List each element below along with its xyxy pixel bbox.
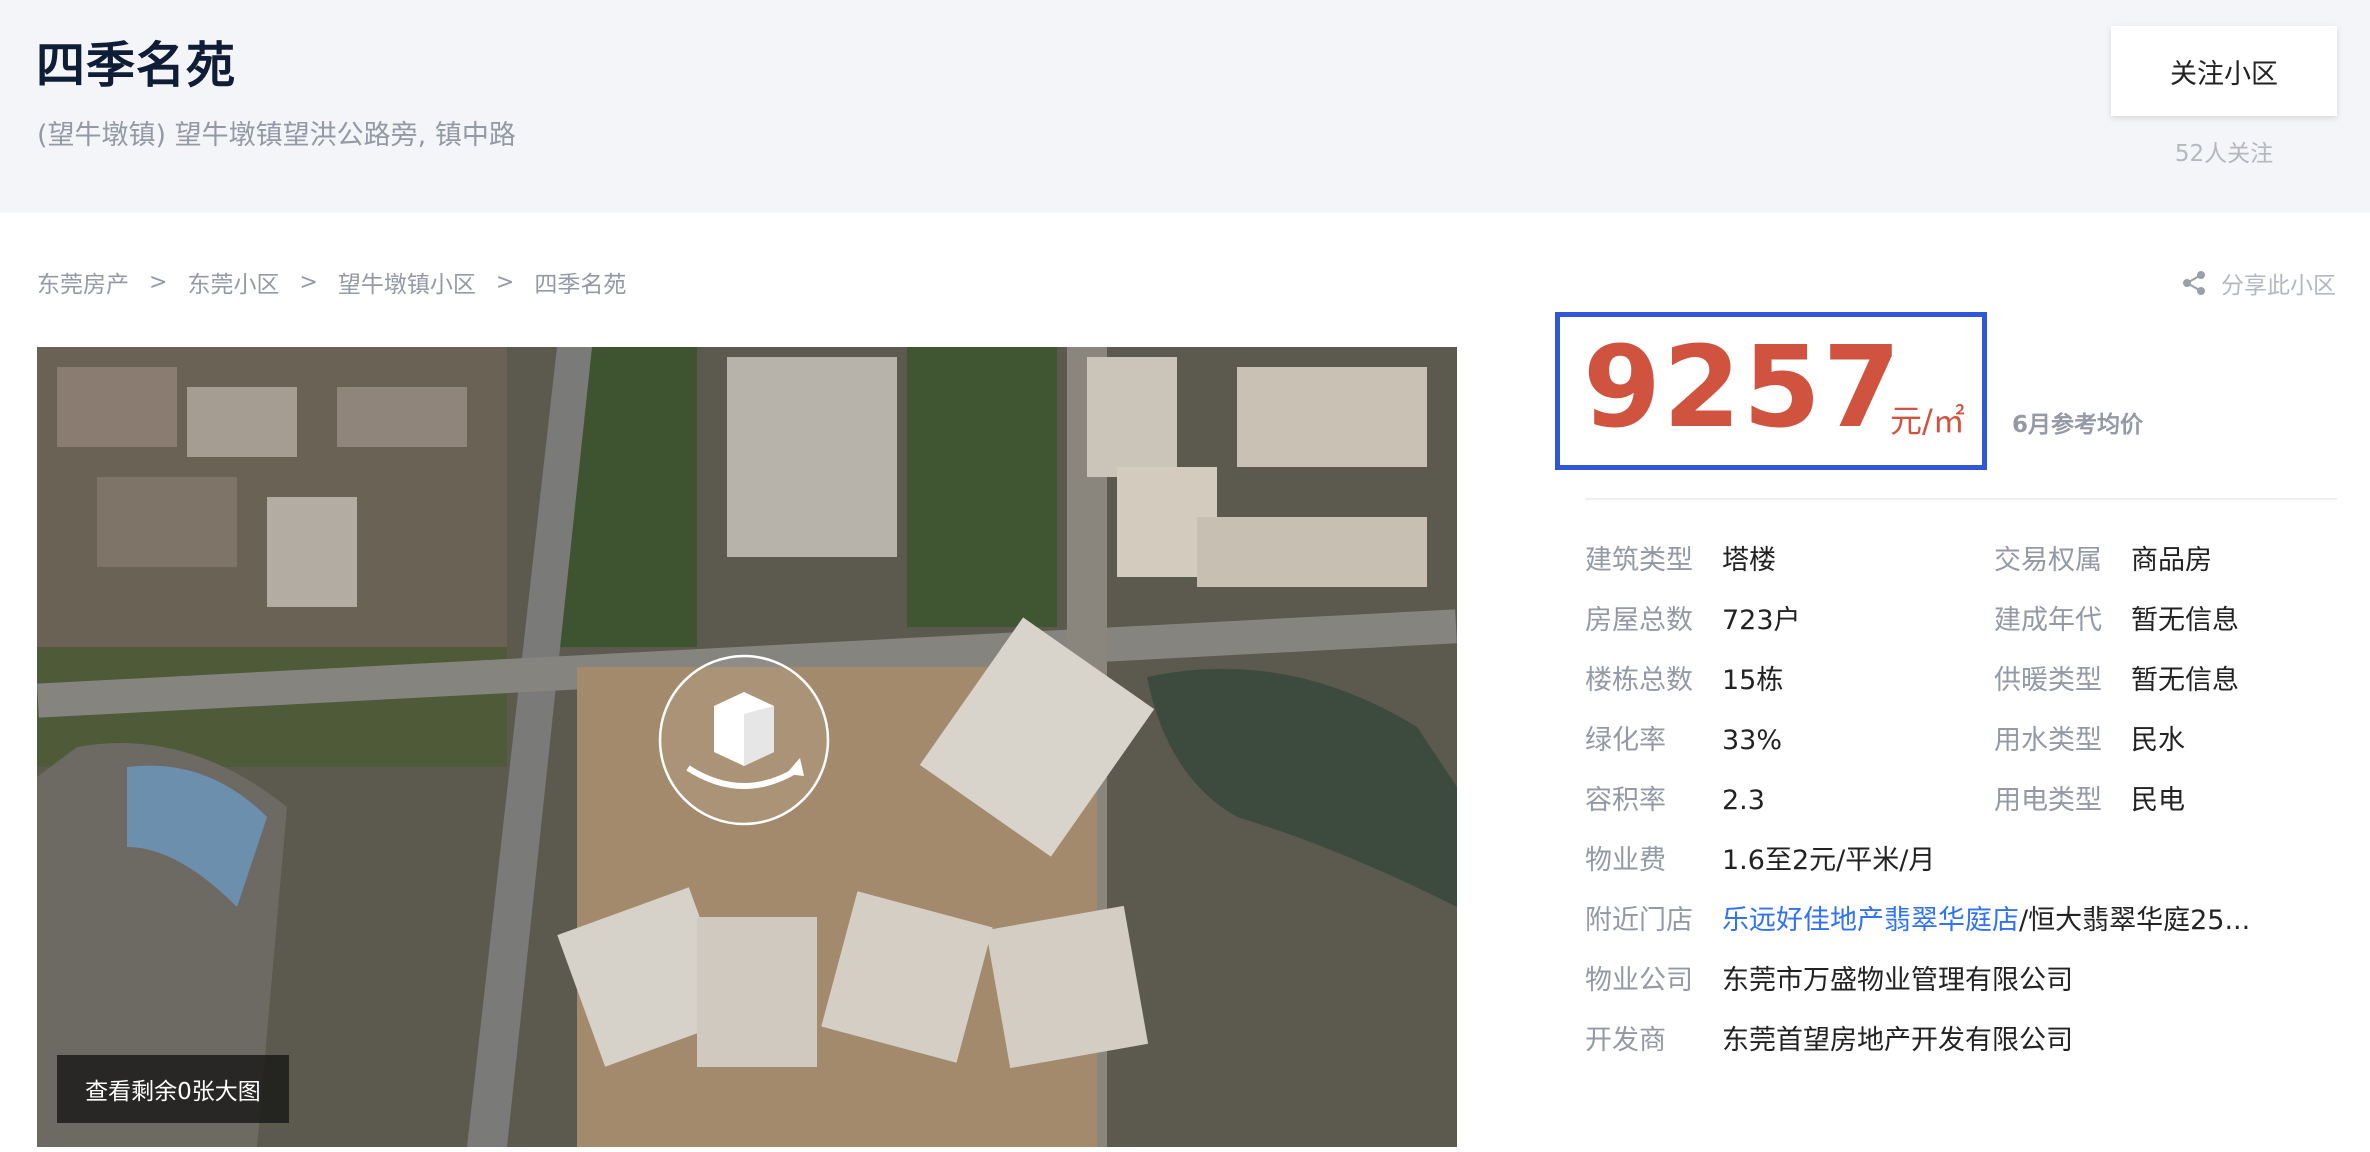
info-value: 15栋	[1722, 665, 1784, 696]
info-value: 民电	[2131, 785, 2185, 816]
follow-community-button[interactable]: 关注小区	[2111, 26, 2337, 116]
view-more-photos-button[interactable]: 查看剩余0张大图	[57, 1055, 289, 1123]
breadcrumb-item-current: 四季名苑	[534, 272, 627, 298]
share-community-link[interactable]: 分享此小区	[2181, 266, 2336, 300]
info-row: 容积率 2.3 用电类型 民电	[1585, 781, 2345, 821]
follow-count: 52人关注	[2174, 141, 2274, 167]
header: 四季名苑 (望牛墩镇) 望牛墩镇望洪公路旁, 镇中路 关注小区 52人关注	[0, 0, 2370, 213]
price-reference-label: 6月参考均价	[2012, 412, 2144, 438]
info-row: 楼栋总数 15栋 供暖类型 暂无信息	[1585, 661, 2345, 701]
info-row-property-fee: 物业费 1.6至2元/平米/月	[1585, 841, 2345, 881]
info-value: 33%	[1722, 725, 1783, 756]
property-fee-value: 1.6至2元/平米/月	[1722, 845, 1936, 876]
breadcrumb-item-dongguan-communities[interactable]: 东莞小区	[187, 265, 279, 299]
community-address: (望牛墩镇) 望牛墩镇望洪公路旁, 镇中路	[37, 120, 516, 151]
info-row: 建筑类型 塔楼 交易权属 商品房	[1585, 541, 2345, 581]
vr-tour-icon[interactable]	[658, 654, 830, 826]
info-label: 楼栋总数	[1585, 665, 1693, 696]
info-row: 房屋总数 723户 建成年代 暂无信息	[1585, 601, 2345, 641]
developer-value: 东莞首望房地产开发有限公司	[1722, 1025, 2073, 1056]
breadcrumb: 东莞房产 > 东莞小区 > 望牛墩镇小区 > 四季名苑	[37, 265, 626, 299]
info-label: 供暖类型	[1994, 665, 2102, 696]
info-label: 房屋总数	[1585, 605, 1693, 636]
info-label: 绿化率	[1585, 725, 1666, 756]
breadcrumb-separator: >	[495, 269, 515, 295]
info-label: 用电类型	[1994, 785, 2102, 816]
breadcrumb-separator: >	[149, 269, 168, 295]
info-value: 商品房	[2131, 545, 2212, 576]
info-value: 塔楼	[1722, 545, 1776, 576]
page-title: 四季名苑	[36, 37, 237, 94]
community-photo[interactable]: 查看剩余0张大图	[37, 347, 1457, 1147]
info-row-property-company: 物业公司 东莞市万盛物业管理有限公司	[1585, 961, 2345, 1001]
nearby-store-link[interactable]: 乐远好佳地产翡翠华庭店	[1722, 905, 2019, 936]
share-icon	[2183, 271, 2205, 295]
info-label: 容积率	[1585, 785, 1666, 816]
property-company-value: 东莞市万盛物业管理有限公司	[1722, 965, 2073, 996]
breadcrumb-separator: >	[299, 269, 318, 295]
price-unit: 元/㎡	[1890, 402, 1965, 440]
info-label: 附近门店	[1585, 905, 1693, 936]
info-label: 物业费	[1585, 845, 1666, 876]
info-label: 建筑类型	[1585, 545, 1693, 576]
breadcrumb-item-town-communities[interactable]: 望牛墩镇小区	[338, 265, 476, 299]
info-row: 绿化率 33% 用水类型 民水	[1585, 721, 2345, 761]
average-price-value: 9257	[1583, 323, 1903, 453]
info-value: 暂无信息	[2131, 605, 2239, 636]
info-value: 2.3	[1722, 785, 1765, 816]
share-label: 分享此小区	[2221, 273, 2336, 299]
nearby-store-rest: /恒大翡翠华庭25...	[2019, 905, 2251, 936]
info-row-developer: 开发商 东莞首望房地产开发有限公司	[1585, 1021, 2345, 1061]
info-value: 723户	[1722, 605, 1801, 636]
breadcrumb-item-dongguan-realestate[interactable]: 东莞房产	[37, 265, 129, 299]
divider	[1585, 498, 2337, 500]
info-row-nearby-store: 附近门店 乐远好佳地产翡翠华庭店/恒大翡翠华庭25...	[1585, 901, 2345, 941]
info-label: 交易权属	[1994, 545, 2102, 576]
info-label: 用水类型	[1994, 725, 2102, 756]
nearby-store-value: 乐远好佳地产翡翠华庭店/恒大翡翠华庭25...	[1722, 901, 2250, 941]
info-label: 建成年代	[1994, 605, 2102, 636]
info-label: 开发商	[1585, 1025, 1666, 1056]
info-value: 暂无信息	[2131, 665, 2239, 696]
info-value: 民水	[2131, 725, 2185, 756]
info-label: 物业公司	[1585, 965, 1693, 996]
